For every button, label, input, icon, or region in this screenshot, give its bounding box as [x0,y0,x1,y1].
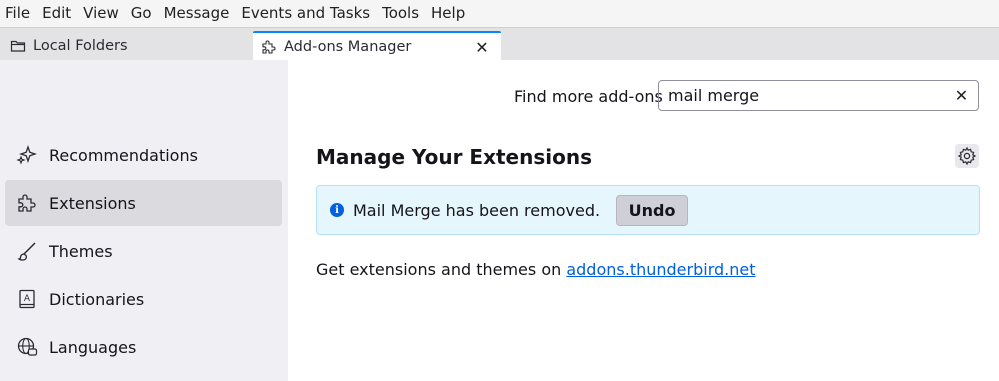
menu-view[interactable]: View [77,0,125,27]
get-extensions-text: Get extensions and themes on addons.thun… [316,260,755,279]
menu-tools[interactable]: Tools [376,0,425,27]
menu-go[interactable]: Go [125,0,158,27]
brush-icon [16,240,38,262]
sparkle-icon [16,144,38,166]
find-more-addons-label: Find more add-ons [514,87,663,106]
removal-notice: i Mail Merge has been removed. Undo [316,185,980,235]
svg-text:A: A [24,294,31,304]
puzzle-icon [261,39,277,55]
search-input[interactable] [659,85,940,106]
menu-events-and-tasks[interactable]: Events and Tasks [235,0,376,27]
tab-local-folders[interactable]: Local Folders [0,31,252,61]
globe-icon [16,336,38,358]
clear-search-icon[interactable]: ✕ [953,86,970,105]
main-content: Find more add-ons ✕ Manage Your Extensio… [288,60,999,381]
menu-bar: File Edit View Go Message Events and Tas… [0,0,999,27]
sidebar-item-themes[interactable]: Themes [5,228,282,274]
menu-file[interactable]: File [0,0,36,27]
gear-icon[interactable] [955,144,979,168]
sidebar-item-recommendations[interactable]: Recommendations [5,132,282,178]
page-title: Manage Your Extensions [316,145,592,169]
sidebar-item-label: Extensions [49,193,136,213]
sidebar-item-label: Recommendations [49,145,198,165]
tab-addons-manager[interactable]: Add-ons Manager ✕ [253,31,501,61]
search-box[interactable]: ✕ [658,80,979,111]
folder-icon [10,38,26,54]
sidebar-item-dictionaries[interactable]: A Dictionaries [5,276,282,322]
tab-label: Add-ons Manager [284,39,412,55]
addons-link[interactable]: addons.thunderbird.net [566,260,755,279]
tab-label: Local Folders [33,38,128,54]
puzzle-icon [16,192,38,214]
sidebar-item-extensions[interactable]: Extensions [5,180,282,226]
sidebar-item-label: Languages [49,337,137,357]
menu-message[interactable]: Message [158,0,236,27]
dictionary-icon: A [16,288,38,310]
menu-edit[interactable]: Edit [36,0,77,27]
close-icon[interactable]: ✕ [473,38,491,57]
categories-sidebar: Recommendations Extensions Themes A Dict… [0,60,288,381]
undo-button[interactable]: Undo [616,194,689,226]
sidebar-item-label: Themes [49,241,113,261]
menu-help[interactable]: Help [425,0,471,27]
tab-strip: Local Folders Add-ons Manager ✕ [0,27,999,61]
get-extensions-label: Get extensions and themes on [316,260,567,279]
sidebar-item-label: Dictionaries [49,289,145,309]
notice-message: Mail Merge has been removed. [353,200,601,220]
info-icon: i [330,203,344,217]
sidebar-item-languages[interactable]: Languages [5,324,282,370]
